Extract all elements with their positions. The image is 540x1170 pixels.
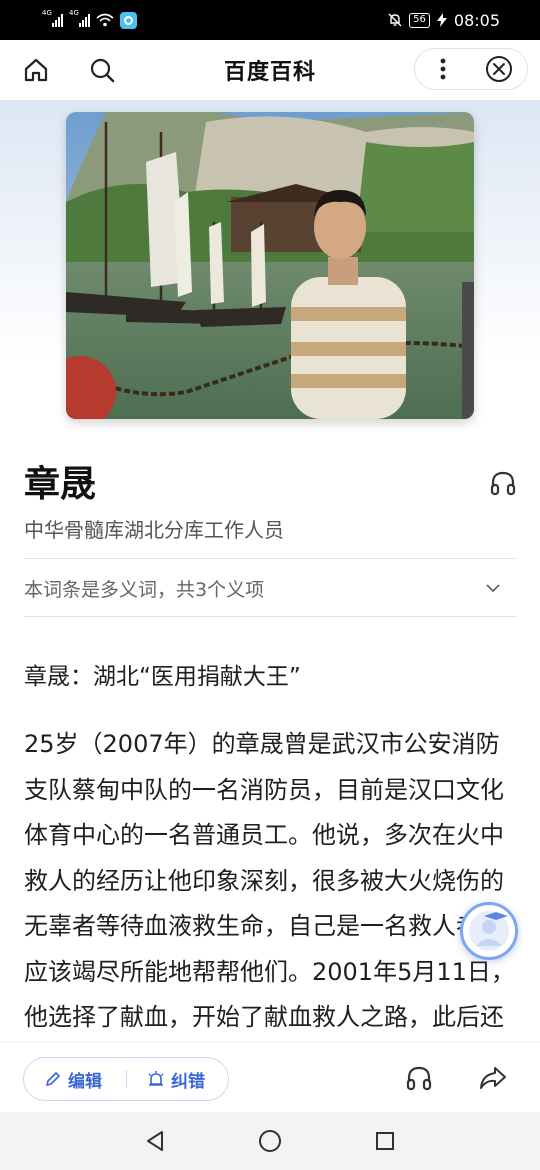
- share-icon: [480, 1067, 506, 1089]
- assistant-avatar-button[interactable]: [460, 902, 518, 960]
- back-triangle-icon: [147, 1131, 163, 1151]
- divider: [24, 558, 517, 559]
- polysemy-selector[interactable]: 本词条是多义词，共3个义项: [24, 560, 517, 616]
- back-button[interactable]: [140, 1126, 170, 1156]
- wifi-icon: [96, 13, 114, 27]
- portrait-photo-illustration: [66, 112, 474, 419]
- home-nav-button[interactable]: [255, 1126, 285, 1156]
- report-error-button[interactable]: 纠错: [127, 1058, 205, 1100]
- divider: [24, 616, 517, 617]
- avatar-icon: [469, 911, 509, 951]
- more-button[interactable]: [415, 49, 471, 89]
- entry-headline: 章晟：湖北“医用捐献大王”: [24, 664, 301, 690]
- listen-bottom-button[interactable]: [402, 1061, 436, 1095]
- clock: 08:05: [453, 10, 500, 30]
- charging-icon: [436, 13, 447, 27]
- signal-icon: 4G: [42, 9, 63, 27]
- listen-button[interactable]: [486, 466, 520, 500]
- alarm-icon: [148, 1071, 164, 1086]
- edit-pill: 编辑 纠错: [23, 1057, 229, 1101]
- mute-bell-icon: [388, 13, 402, 27]
- entry-body-text: 25岁（2007年）的章晟曾是武汉市公安消防支队蔡甸中队的一名消防员，目前是汉口…: [24, 730, 515, 1031]
- entry-subtitle: 中华骨髓库湖北分库工作人员: [24, 518, 284, 542]
- home-circle-icon: [259, 1130, 281, 1152]
- more-icon: [440, 58, 446, 80]
- share-button[interactable]: [476, 1061, 510, 1095]
- pencil-icon: [46, 1072, 60, 1086]
- signal-icon: 4G: [69, 9, 90, 27]
- close-button[interactable]: [471, 49, 527, 89]
- recent-apps-button[interactable]: [370, 1126, 400, 1156]
- status-right: 56 08:05: [387, 11, 500, 30]
- edit-label: 编辑: [68, 1071, 102, 1092]
- system-navigation-bar: [0, 1112, 540, 1170]
- top-header: 百度百科: [0, 40, 540, 100]
- chevron-down-icon: [481, 576, 505, 600]
- headphones-icon: [406, 1066, 432, 1091]
- entry-title: 章晟: [24, 464, 97, 505]
- polysemy-label: 本词条是多义词，共3个义项: [24, 578, 265, 601]
- close-icon: [486, 56, 512, 82]
- signal-type-label: 4G: [42, 9, 52, 17]
- status-bar: 4G 4G 56 08:05: [0, 0, 540, 40]
- headphones-icon: [490, 471, 516, 496]
- edit-button[interactable]: 编辑: [24, 1058, 126, 1100]
- bottom-toolbar: 编辑 纠错: [0, 1042, 540, 1112]
- mini-program-capsule: [414, 48, 528, 90]
- entry-photo[interactable]: [66, 112, 474, 419]
- report-error-label: 纠错: [171, 1071, 205, 1092]
- status-left: 4G 4G: [42, 9, 137, 29]
- battery-indicator: 56: [409, 12, 430, 28]
- app-notification-icon: [120, 11, 137, 29]
- signal-type-label: 4G: [69, 9, 79, 17]
- recent-apps-icon: [376, 1132, 394, 1150]
